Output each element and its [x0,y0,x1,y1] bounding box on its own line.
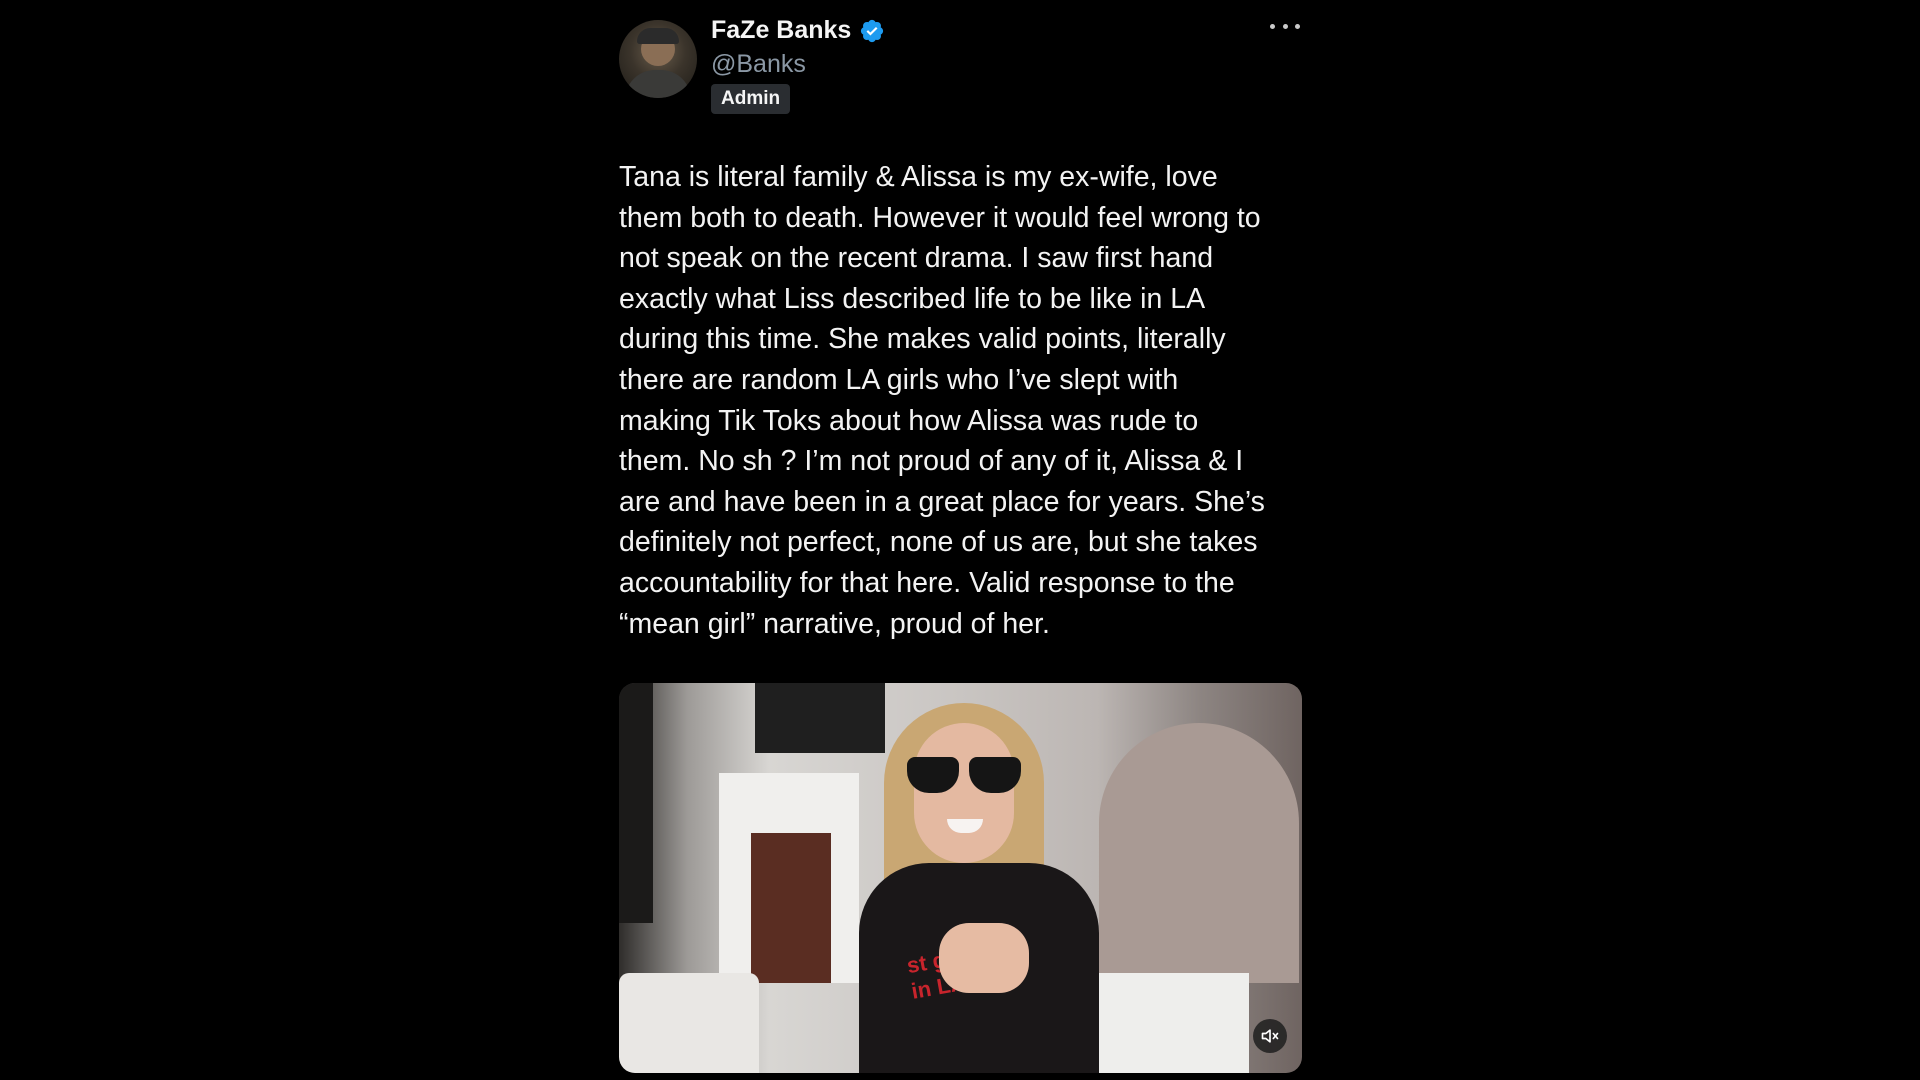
tweet-text: Tana is literal family & Alissa is my ex… [619,161,1265,640]
display-name[interactable]: FaZe Banks [711,16,851,45]
avatar[interactable] [619,20,697,98]
sunglasses [907,757,1021,797]
tweet-video[interactable]: st girl in LA [619,683,1302,1073]
role-badge: Admin [711,84,791,114]
tweet-card: FaZe Banks @Banks Admin Tana is literal … [619,0,1302,1080]
handle[interactable]: @Banks [711,50,806,79]
video-person: st girl in LA [829,703,1119,1073]
mute-icon[interactable] [1253,1019,1287,1053]
couch [619,973,759,1073]
more-options-icon[interactable] [1270,18,1300,34]
fireplace-opening [751,833,831,983]
author-name-row: FaZe Banks [711,16,885,45]
verified-badge-icon [861,19,884,42]
archway [1099,723,1299,983]
window [619,683,653,923]
